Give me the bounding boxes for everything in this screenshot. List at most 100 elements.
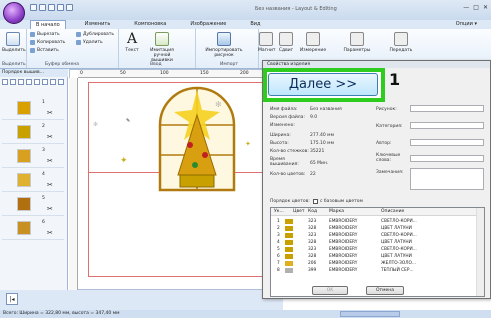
undo-icon[interactable] [57,4,64,11]
time-label: Время вышивания: [270,157,299,167]
send-button[interactable]: Передать [386,32,416,53]
table-scrollbar[interactable] [476,208,484,296]
magnet-icon [259,32,273,46]
picture-field[interactable] [410,105,484,112]
params-button[interactable]: Параметры [340,32,374,53]
tool-icon[interactable] [34,79,40,85]
delete-button[interactable]: Удалить [76,40,103,45]
width-value: 277.40 мм [310,133,334,138]
list-item[interactable]: 1 ✂ [2,98,64,120]
tool-icon[interactable] [18,79,24,85]
item-number: 2 [42,124,45,129]
settings-icon [350,32,364,46]
tool-icon[interactable] [26,79,32,85]
version-value: 9.0 [310,115,318,120]
notes-label: Замечания: [376,170,404,175]
copy-button[interactable]: Копировать [30,40,65,45]
measure-button[interactable]: Измерение [298,32,328,53]
base-color-checkbox[interactable] [313,199,318,204]
magnet-button[interactable]: Магнит [258,32,276,53]
list-item[interactable]: 5 ✂ [2,194,64,216]
status-bar: Всего: Ширина = 322,80 мм, высота = 347,… [0,310,491,318]
hand-button[interactable]: Сдвиг [278,32,294,53]
new-file-icon[interactable] [30,4,37,11]
changed-label: Изменено: [270,123,295,128]
status-text: Всего: Ширина = 322,80 мм, высота = 347,… [3,311,120,316]
text-button[interactable]: A Текст [122,32,142,53]
column-header[interactable]: Марка [329,209,344,214]
hand-stitch-button[interactable]: Имитация ручной вышивки [144,32,180,63]
ruler-tick: 100 [160,71,169,76]
options-menu[interactable]: Опции ▾ [456,21,477,27]
params-label: Параметры [343,48,371,53]
cancel-button[interactable]: Отмена [366,286,404,295]
column-header[interactable]: Код [308,209,317,214]
paste-label: Вставить [37,48,59,53]
column-header[interactable]: Ук... [274,209,284,214]
scissors-icon: ✂ [47,157,53,165]
column-header[interactable]: Описание [381,209,404,214]
redo-icon[interactable] [66,4,73,11]
select-button[interactable]: Выделить [2,32,26,53]
tool-icon[interactable] [50,79,56,85]
tool-icon[interactable] [10,79,16,85]
table-row[interactable]: 2 328 EMBROIDERY ЦВЕТ ЛАТУНИ [271,225,476,232]
table-row[interactable]: 6 328 EMBROIDERY ЦВЕТ ЛАТУНИ [271,253,476,260]
colors-label: Кол-во цветов: [270,172,306,177]
duplicate-icon [76,32,81,37]
table-row[interactable]: 5 323 EMBROIDERY СВЕТЛО-КОРИ... [271,246,476,253]
import-button[interactable]: Импортировать рисунок [204,32,244,58]
list-item[interactable]: 3 ✂ [2,146,64,168]
author-field[interactable] [410,139,484,146]
ruler-tick: 150 [200,71,209,76]
notes-field[interactable] [410,168,484,190]
ok-button[interactable]: OK [312,286,348,295]
import-label: Импортировать рисунок [205,48,243,58]
first-page-icon[interactable]: |◂ [6,293,18,305]
tab-layout[interactable]: Компоновка [129,20,171,29]
close-button[interactable]: ✕ [483,4,488,11]
list-item[interactable]: 6 ✂ [2,218,64,240]
minimize-button[interactable]: — [463,4,469,11]
table-row[interactable]: 3 323 EMBROIDERY СВЕТЛО-КОРИ... [271,232,476,239]
category-field[interactable] [410,122,484,129]
table-row[interactable]: 1 323 EMBROIDERY СВЕТЛО-КОРИ... [271,218,476,225]
maximize-button[interactable]: □ [473,4,479,11]
tab-image[interactable]: Изображение [185,20,231,29]
version-label: Версия файла: [270,115,305,120]
table-row[interactable]: 8 399 EMBROIDERY ТЕПЛЫЙ СЕР... [271,267,476,274]
filename-label: Имя файла: [270,107,298,112]
cut-button[interactable]: Вырезать [30,32,60,37]
save-icon[interactable] [48,4,55,11]
canvas-scrollbar-area[interactable] [0,290,283,310]
table-row[interactable]: 4 328 EMBROIDERY ЦВЕТ ЛАТУНИ [271,239,476,246]
tab-edit[interactable]: Изменить [80,20,116,29]
thread-description: СВЕТЛО-КОРИ... [381,247,417,252]
tool-icon[interactable] [42,79,48,85]
next-button[interactable]: Далее >> [268,73,378,96]
duplicate-button[interactable]: Дублировать [76,32,114,37]
row-index: 7 [277,261,280,266]
tool-icon[interactable] [2,79,8,85]
embroidery-design[interactable] [150,80,245,195]
app-menu-button[interactable] [3,2,25,24]
table-row[interactable]: 7 206 EMBROIDERY ЖЕЛТО-ЗОЛО... [271,260,476,267]
thread-brand: EMBROIDERY [329,233,358,238]
list-item[interactable]: 2 ✂ [2,122,64,144]
paste-button[interactable]: Вставить [30,48,59,53]
thread-thumbnail [17,149,31,163]
column-header[interactable]: Цвет [293,209,305,214]
thread-description: ЦВЕТ ЛАТУНИ [381,240,412,245]
color-swatch [285,247,293,252]
needle-icon [155,32,169,46]
thread-thumbnail [17,101,31,115]
zoom-slider[interactable] [340,311,400,317]
tab-view[interactable]: Вид [245,20,265,29]
keywords-field[interactable] [410,155,484,162]
tool-icon[interactable] [58,79,64,85]
tab-home[interactable]: В начало [30,20,66,29]
list-item[interactable]: 4 ✂ [2,170,64,192]
table-header: Ук... Цвет Код Марка Описание [271,208,476,216]
open-file-icon[interactable] [39,4,46,11]
scissors-icon: ✂ [47,205,53,213]
